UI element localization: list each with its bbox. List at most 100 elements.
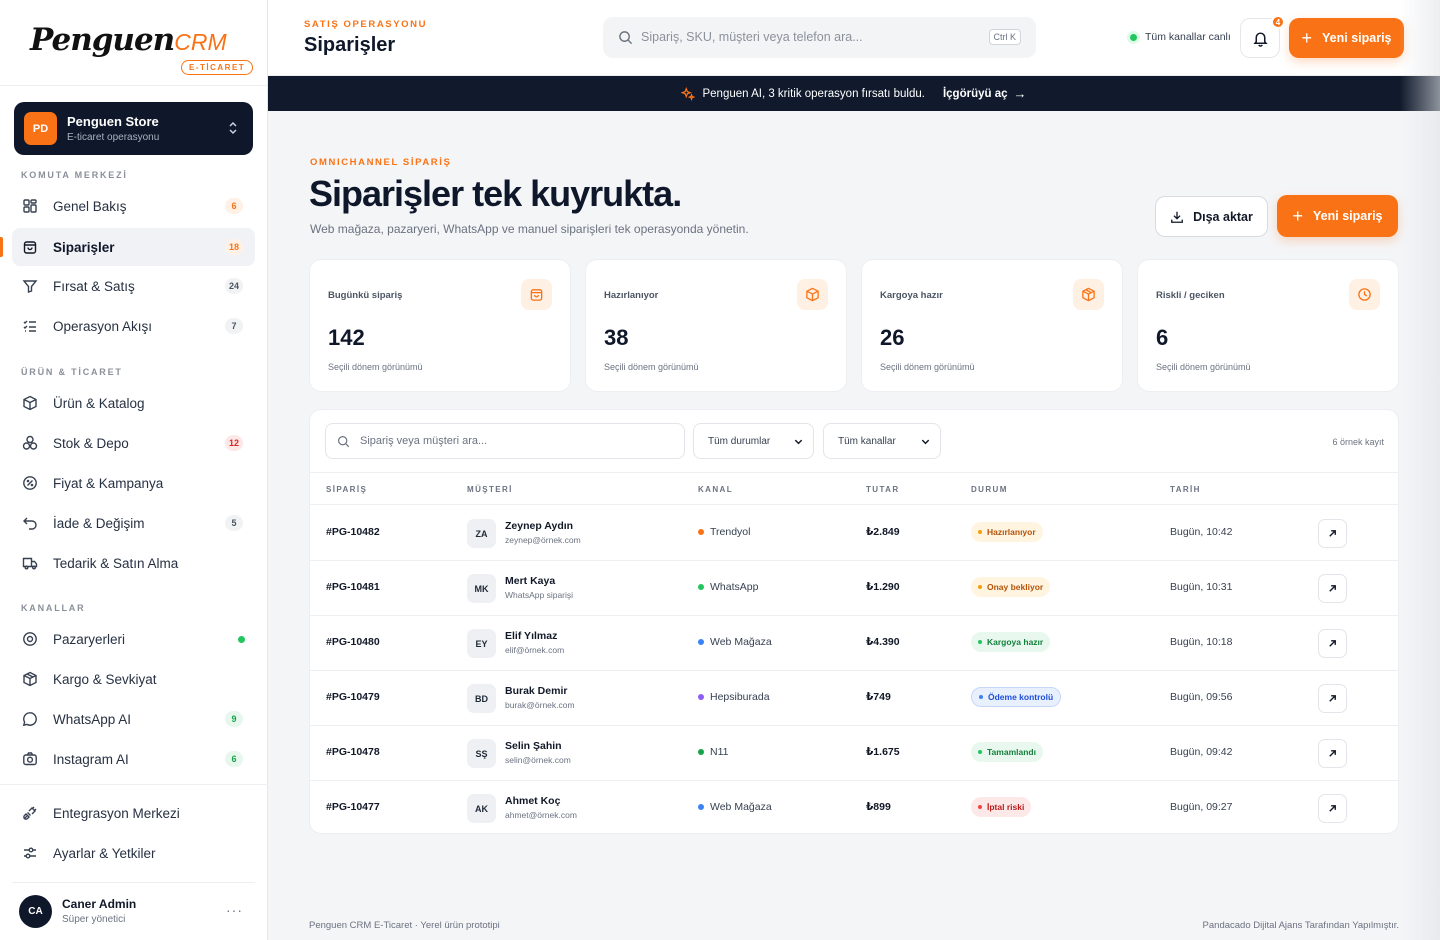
open-order-button[interactable]: [1318, 739, 1347, 768]
status-badge: Onay bekliyor: [971, 577, 1051, 597]
section-label-kanallar: KANALLAR: [21, 603, 86, 613]
customer-name: Zeynep Aydın: [505, 520, 574, 532]
order-id[interactable]: #PG-10481: [326, 581, 380, 593]
sidebar-item-count: 24: [224, 278, 243, 294]
section-label-urun: ÜRÜN & TİCARET: [21, 367, 123, 377]
open-order-button[interactable]: [1318, 684, 1347, 713]
customer-avatar: SŞ: [467, 739, 496, 768]
open-order-button[interactable]: [1318, 629, 1347, 658]
table-row[interactable]: #PG-10479 BD Burak Demir burak@örnek.com Hep…: [310, 671, 1398, 726]
sidebar-item-iade-degisim[interactable]: İade & Değişim 5: [12, 504, 255, 542]
open-order-button[interactable]: [1318, 794, 1347, 823]
status-label: Kargoya hazır: [987, 637, 1044, 647]
order-id[interactable]: #PG-10482: [326, 526, 380, 538]
channel-dot: [698, 749, 704, 755]
channel-name: Trendyol: [710, 526, 751, 538]
sidebar-item-fiyat-kampanya[interactable]: Fiyat & Kampanya: [12, 464, 255, 502]
new-order-button-top[interactable]: + Yeni sipariş: [1289, 18, 1404, 58]
sidebar-item-label: Siparişler: [53, 239, 115, 255]
channel-name: N11: [710, 746, 729, 758]
order-id[interactable]: #PG-10479: [326, 691, 380, 703]
channel-cell: WhatsApp: [698, 581, 758, 593]
sidebar-item-label: Pazaryerleri: [53, 631, 126, 647]
order-id[interactable]: #PG-10478: [326, 746, 380, 758]
chat-icon: [22, 711, 38, 727]
sidebar-item-siparisler[interactable]: Siparişler 18: [12, 228, 255, 266]
active-indicator: [0, 237, 3, 257]
sidebar-item-instagram-ai[interactable]: Instagram AI 6: [12, 740, 255, 778]
sidebar-item-kargo[interactable]: Kargo & Sevkiyat: [12, 660, 255, 698]
banner-insight-link[interactable]: İçgörüyü aç →: [943, 86, 1027, 101]
customer-avatar: EY: [467, 629, 496, 658]
stack-boxes-icon: [22, 435, 38, 451]
store-subtitle: E-ticaret operasyonu: [67, 132, 160, 143]
sidebar: PenguenCRM E-TİCARET PD Penguen Store E-…: [0, 0, 268, 940]
status-filter-value: Tüm durumlar: [708, 435, 771, 447]
channel-cell: Hepsiburada: [698, 691, 770, 703]
kpi-subtitle: Seçili dönem görünümü: [604, 362, 699, 372]
sidebar-item-count: 6: [225, 751, 243, 767]
user-role: Süper yönetici: [62, 914, 126, 925]
store-name: Penguen Store: [67, 114, 159, 129]
camera-icon: [22, 751, 38, 767]
new-order-label: Yeni sipariş: [1313, 209, 1383, 223]
store-switcher[interactable]: PD Penguen Store E-ticaret operasyonu: [14, 102, 253, 155]
channel-cell: N11: [698, 746, 728, 758]
arrow-up-right-icon: [1327, 803, 1338, 814]
sidebar-item-firsat-satis[interactable]: Fırsat & Satış 24: [12, 267, 255, 305]
arrow-up-right-icon: [1327, 693, 1338, 704]
open-order-button[interactable]: [1318, 519, 1347, 548]
order-id[interactable]: #PG-10477: [326, 801, 380, 813]
more-options-icon[interactable]: ···: [226, 902, 243, 918]
sidebar-item-pazaryerleri[interactable]: Pazaryerleri: [12, 620, 255, 658]
customer-name: Mert Kaya: [505, 575, 556, 587]
sidebar-item-urun-katalog[interactable]: Ürün & Katalog: [12, 384, 255, 422]
sidebar-item-tedarik[interactable]: Tedarik & Satın Alma: [12, 544, 255, 582]
sidebar-item-stok-depo[interactable]: Stok & Depo 12: [12, 424, 255, 462]
open-order-button[interactable]: [1318, 574, 1347, 603]
topbar: SATIŞ OPERASYONU Siparişler Ctrl K Tüm k…: [268, 0, 1440, 76]
sidebar-item-operasyon-akisi[interactable]: Operasyon Akışı 7: [12, 307, 255, 345]
clock-icon: [1349, 279, 1380, 310]
new-order-button[interactable]: + Yeni sipariş: [1277, 195, 1398, 237]
channel-filter-select[interactable]: Tüm kanallar: [823, 423, 941, 459]
status-filter-select[interactable]: Tüm durumlar: [693, 423, 814, 459]
table-row[interactable]: #PG-10478 SŞ Selin Şahin selin@örnek.com N11…: [310, 726, 1398, 781]
global-search[interactable]: Ctrl K: [603, 17, 1036, 58]
order-id[interactable]: #PG-10480: [326, 636, 380, 648]
customer-contact: WhatsApp siparişi: [505, 590, 574, 600]
logo[interactable]: PenguenCRM E-TİCARET: [0, 0, 267, 86]
sidebar-item-label: Fiyat & Kampanya: [53, 475, 164, 491]
notifications-button[interactable]: 4: [1240, 15, 1285, 58]
status-dot: [978, 750, 982, 754]
channel-cell: Trendyol: [698, 526, 750, 538]
order-date: Bugün, 10:31: [1170, 581, 1233, 593]
sidebar-item-count: 12: [224, 435, 243, 451]
export-button[interactable]: Dışa aktar: [1155, 196, 1268, 237]
avatar: CA: [19, 895, 52, 928]
table-row[interactable]: #PG-10482 ZA Zeynep Aydın zeynep@örnek.com T…: [310, 506, 1398, 561]
search-input[interactable]: [641, 27, 981, 47]
sidebar-item-label: Ürün & Katalog: [53, 395, 145, 411]
table-search[interactable]: [325, 423, 685, 459]
footer-right: Pandacado Dijital Ajans Tarafından Yapıl…: [1202, 920, 1399, 931]
sidebar-item-genel-bakis[interactable]: Genel Bakış 6: [12, 187, 255, 225]
user-name: Caner Admin: [62, 897, 137, 911]
user-profile[interactable]: CA Caner Admin Süper yönetici ···: [12, 882, 255, 940]
discount-icon: [22, 475, 38, 491]
table-row[interactable]: #PG-10481 MK Mert Kaya WhatsApp siparişi Wha…: [310, 561, 1398, 616]
sidebar-item-whatsapp-ai[interactable]: WhatsApp AI 9: [12, 700, 255, 738]
order-amount: ₺4.390: [866, 636, 900, 648]
table-row[interactable]: #PG-10477 AK Ahmet Koç ahmet@örnek.com Web M…: [310, 781, 1398, 833]
channel-cell: Web Mağaza: [698, 801, 772, 813]
status-badge: Hazırlanıyor: [971, 522, 1043, 542]
sidebar-item-ayarlar[interactable]: Ayarlar & Yetkiler: [12, 834, 255, 872]
table-row[interactable]: #PG-10480 EY Elif Yılmaz elif@örnek.com Web …: [310, 616, 1398, 671]
page-eyebrow: SATIŞ OPERASYONU: [304, 19, 428, 30]
table-search-input[interactable]: [360, 433, 660, 449]
sidebar-item-entegrasyon[interactable]: Entegrasyon Merkezi: [12, 794, 255, 832]
arrow-up-right-icon: [1327, 638, 1338, 649]
logo-wordmark: PenguenCRM: [30, 22, 227, 58]
arrow-up-right-icon: [1327, 528, 1338, 539]
chevron-down-icon: [793, 436, 804, 447]
